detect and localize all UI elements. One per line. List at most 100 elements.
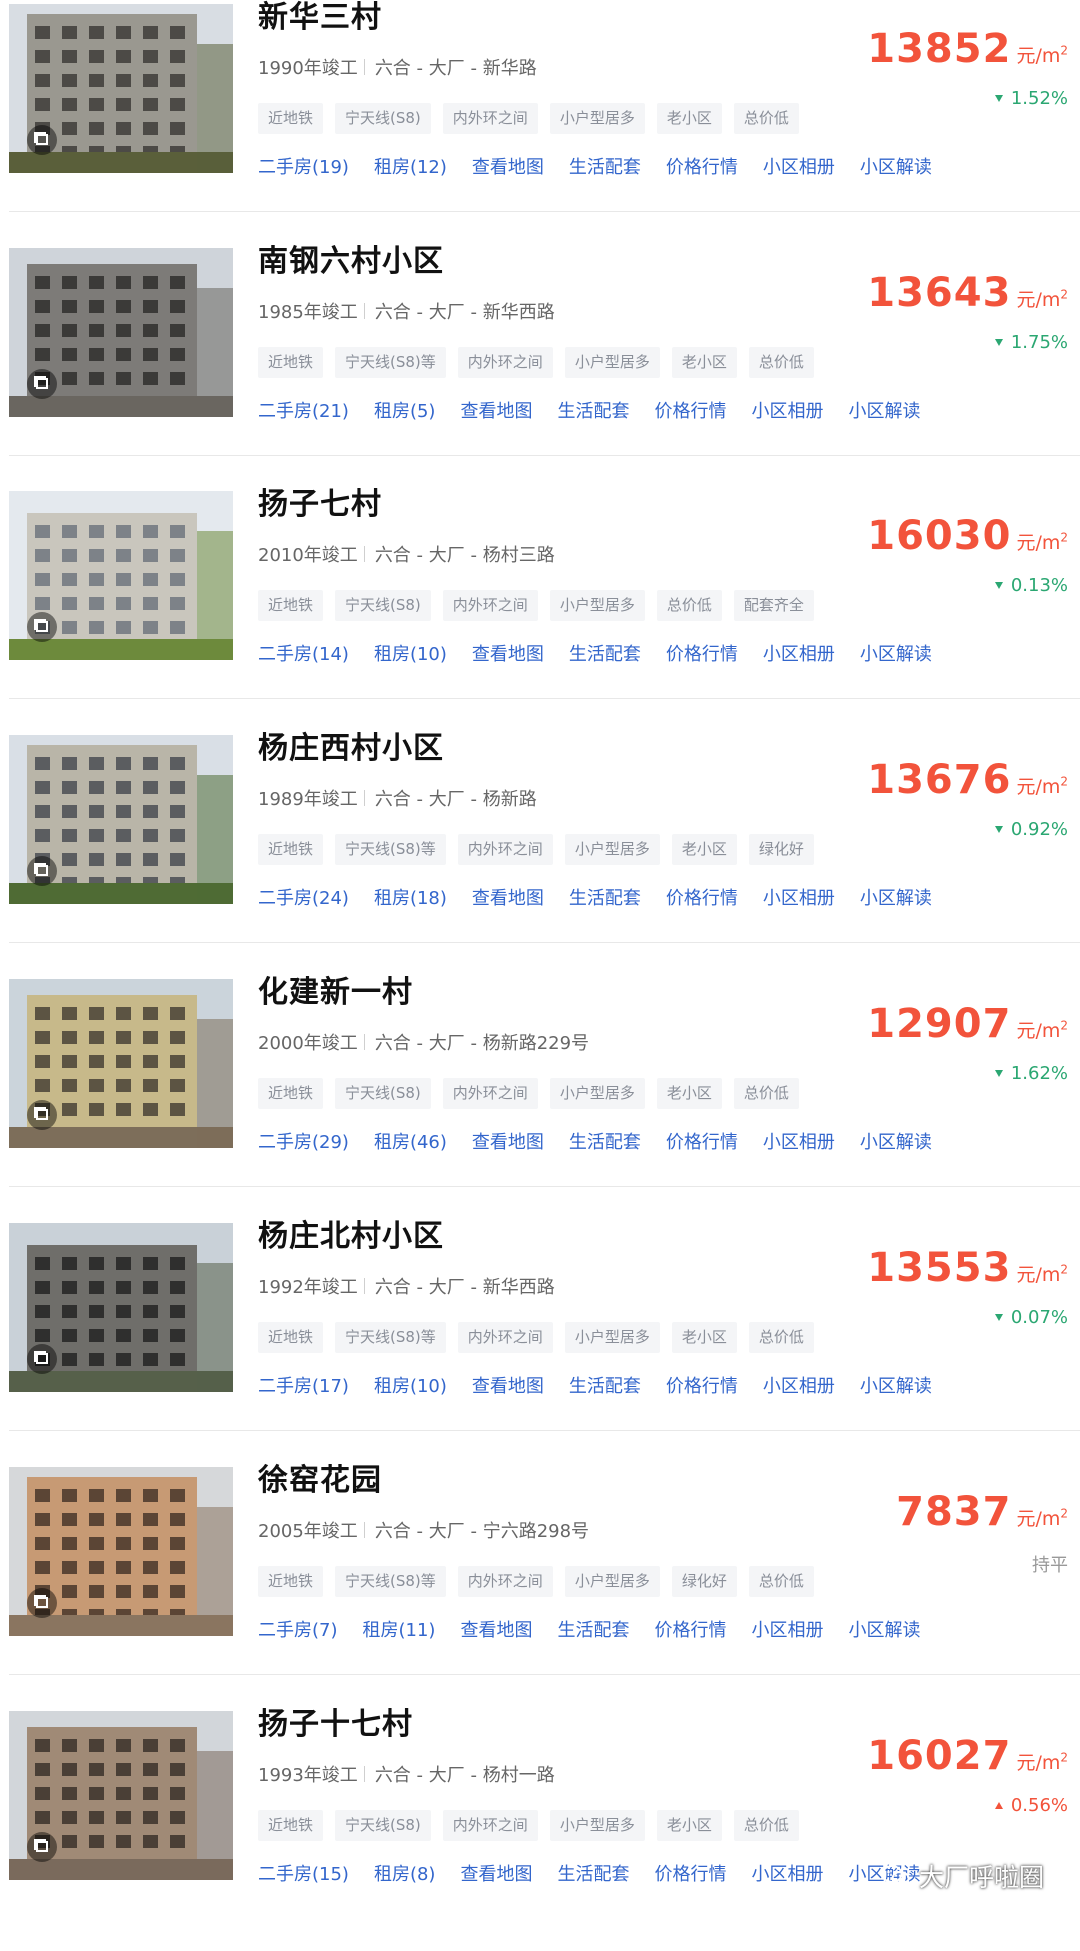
community-link[interactable]: 小区解读 xyxy=(860,1372,932,1398)
community-link[interactable]: 小区解读 xyxy=(860,884,932,910)
community-link[interactable]: 小区解读 xyxy=(860,153,932,179)
community-link[interactable]: 价格行情 xyxy=(666,153,738,179)
community-link[interactable]: 小区解读 xyxy=(860,640,932,666)
community-name[interactable]: 扬子十七村 xyxy=(258,1699,413,1743)
community-name[interactable]: 杨庄西村小区 xyxy=(258,723,444,767)
community-link[interactable]: 生活配套 xyxy=(569,1128,641,1154)
community-photo[interactable] xyxy=(9,979,233,1148)
album-icon[interactable] xyxy=(27,1100,57,1130)
community-link[interactable]: 二手房(19) xyxy=(258,153,349,179)
community-item[interactable]: 化建新一村 2000年竣工 六合 - 大厂 - 杨新路229号 近地铁 宁天线(S8) 内… xyxy=(0,975,1080,1219)
community-link[interactable]: 生活配套 xyxy=(569,153,641,179)
price-block: 13643 元/m2 xyxy=(867,270,1068,316)
price-change-value: 0.07% xyxy=(1010,1307,1068,1328)
community-link[interactable]: 生活配套 xyxy=(557,1860,629,1886)
feature-tag: 近地铁 xyxy=(258,1322,324,1353)
unit-price: 16030 xyxy=(867,513,1012,559)
community-item[interactable]: 杨庄北村小区 1992年竣工 六合 - 大厂 - 新华西路 近地铁 宁天线(S8)等 内外… xyxy=(0,1219,1080,1463)
price-unit: 元/m2 xyxy=(1016,285,1068,312)
community-link[interactable]: 查看地图 xyxy=(460,1616,532,1642)
community-link[interactable]: 价格行情 xyxy=(666,1372,738,1398)
community-link[interactable]: 生活配套 xyxy=(569,640,641,666)
community-link[interactable]: 价格行情 xyxy=(666,1128,738,1154)
feature-tag: 内外环之间 xyxy=(442,1810,538,1841)
community-photo[interactable] xyxy=(9,1711,233,1880)
down-arrow-icon xyxy=(994,339,1003,346)
community-name[interactable]: 扬子七村 xyxy=(258,479,382,523)
community-link[interactable]: 租房(18) xyxy=(374,884,447,910)
community-name[interactable]: 徐窑花园 xyxy=(258,1455,382,1499)
album-icon[interactable] xyxy=(27,856,57,886)
community-link[interactable]: 价格行情 xyxy=(666,640,738,666)
community-link[interactable]: 价格行情 xyxy=(654,397,726,423)
community-photo[interactable] xyxy=(9,1223,233,1392)
community-item[interactable]: 杨庄西村小区 1989年竣工 六合 - 大厂 - 杨新路 近地铁 宁天线(S8)等 内外环… xyxy=(0,731,1080,975)
community-link[interactable]: 小区相册 xyxy=(763,1128,835,1154)
community-link[interactable]: 小区相册 xyxy=(763,640,835,666)
community-link[interactable]: 租房(10) xyxy=(374,640,447,666)
community-link[interactable]: 租房(11) xyxy=(363,1616,436,1642)
community-photo[interactable] xyxy=(9,248,233,417)
community-link[interactable]: 二手房(21) xyxy=(258,397,349,423)
price-unit-sup: 2 xyxy=(1060,1262,1068,1277)
community-link[interactable]: 查看地图 xyxy=(472,1372,544,1398)
community-link[interactable]: 二手房(7) xyxy=(258,1616,338,1642)
community-photo[interactable] xyxy=(9,4,233,173)
community-item[interactable]: 新华三村 1990年竣工 六合 - 大厂 - 新华路 近地铁 宁天线(S8) 内外环之间小… xyxy=(0,0,1080,244)
community-link[interactable]: 查看地图 xyxy=(472,153,544,179)
community-link[interactable]: 租房(12) xyxy=(374,153,447,179)
community-link[interactable]: 二手房(14) xyxy=(258,640,349,666)
community-name[interactable]: 化建新一村 xyxy=(258,967,413,1011)
community-link[interactable]: 价格行情 xyxy=(654,1616,726,1642)
community-link[interactable]: 二手房(15) xyxy=(258,1860,349,1886)
price-block: 13553 元/m2 xyxy=(867,1245,1068,1291)
community-link[interactable]: 价格行情 xyxy=(654,1860,726,1886)
community-link[interactable]: 小区解读 xyxy=(848,397,920,423)
community-link[interactable]: 价格行情 xyxy=(666,884,738,910)
community-link[interactable]: 小区相册 xyxy=(763,153,835,179)
community-link[interactable]: 生活配套 xyxy=(557,1616,629,1642)
community-link[interactable]: 小区解读 xyxy=(848,1616,920,1642)
community-link[interactable]: 生活配套 xyxy=(557,397,629,423)
community-link[interactable]: 租房(10) xyxy=(374,1372,447,1398)
community-link[interactable]: 小区相册 xyxy=(751,397,823,423)
album-icon[interactable] xyxy=(27,125,57,155)
community-link[interactable]: 二手房(24) xyxy=(258,884,349,910)
community-photo[interactable] xyxy=(9,1467,233,1636)
down-arrow-icon xyxy=(994,1314,1003,1321)
community-meta: 1990年竣工 六合 - 大厂 - 新华路 xyxy=(258,54,537,80)
community-link[interactable]: 租房(5) xyxy=(374,397,436,423)
community-item[interactable]: 南钢六村小区 1985年竣工 六合 - 大厂 - 新华西路 近地铁 宁天线(S8)等 内外… xyxy=(0,244,1080,488)
community-link[interactable]: 小区相册 xyxy=(751,1860,823,1886)
community-item[interactable]: 扬子十七村 1993年竣工 六合 - 大厂 - 杨村一路 近地铁 宁天线(S8) 内外环之… xyxy=(0,1707,1080,1951)
community-name[interactable]: 南钢六村小区 xyxy=(258,236,444,280)
community-link[interactable]: 小区相册 xyxy=(763,884,835,910)
up-arrow-icon xyxy=(994,1802,1003,1809)
album-icon[interactable] xyxy=(27,1832,57,1862)
community-link[interactable]: 小区解读 xyxy=(860,1128,932,1154)
community-link[interactable]: 查看地图 xyxy=(472,1128,544,1154)
community-item[interactable]: 扬子七村 2010年竣工 六合 - 大厂 - 杨村三路 近地铁 宁天线(S8) 内外环之间… xyxy=(0,487,1080,731)
community-link[interactable]: 二手房(17) xyxy=(258,1372,349,1398)
community-link[interactable]: 生活配套 xyxy=(569,1372,641,1398)
community-link[interactable]: 查看地图 xyxy=(460,397,532,423)
community-link[interactable]: 查看地图 xyxy=(460,1860,532,1886)
community-link[interactable]: 查看地图 xyxy=(472,640,544,666)
community-link[interactable]: 租房(46) xyxy=(374,1128,447,1154)
community-link[interactable]: 查看地图 xyxy=(472,884,544,910)
community-link[interactable]: 生活配套 xyxy=(569,884,641,910)
community-photo[interactable] xyxy=(9,735,233,904)
album-icon[interactable] xyxy=(27,1588,57,1618)
community-link[interactable]: 二手房(29) xyxy=(258,1128,349,1154)
album-icon[interactable] xyxy=(27,1344,57,1374)
album-icon[interactable] xyxy=(27,369,57,399)
community-link[interactable]: 小区相册 xyxy=(763,1372,835,1398)
community-link[interactable]: 租房(8) xyxy=(374,1860,436,1886)
community-item[interactable]: 徐窑花园 2005年竣工 六合 - 大厂 - 宁六路298号 近地铁 宁天线(S8)等内… xyxy=(0,1463,1080,1707)
community-photo[interactable] xyxy=(9,491,233,660)
community-name[interactable]: 杨庄北村小区 xyxy=(258,1211,444,1255)
community-name[interactable]: 新华三村 xyxy=(258,0,382,36)
album-icon[interactable] xyxy=(27,612,57,642)
action-links: 二手房(15) 租房(8) 查看地图 生活配套 价格行情 小区相册 小区解读 xyxy=(258,1860,945,1886)
community-link[interactable]: 小区相册 xyxy=(751,1616,823,1642)
